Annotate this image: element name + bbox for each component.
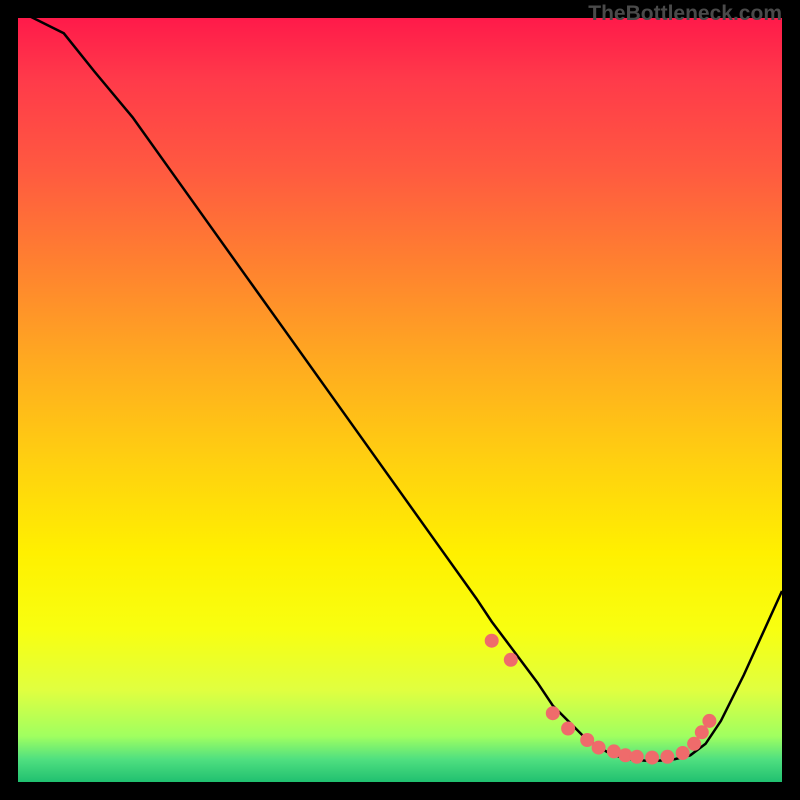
watermark-label: TheBottleneck.com <box>588 2 782 26</box>
chart-plot-area <box>18 18 782 782</box>
